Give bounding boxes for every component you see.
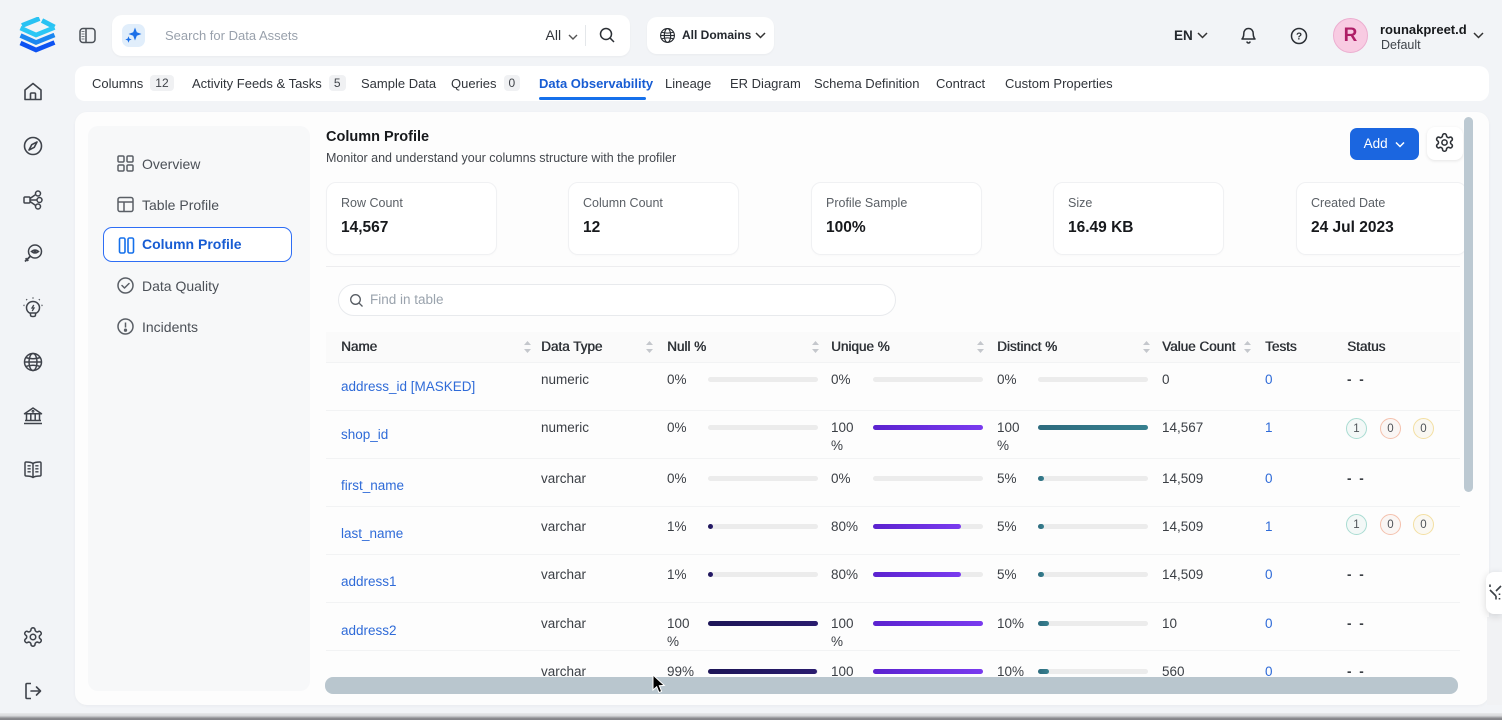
svg-text:?: ? xyxy=(1296,32,1302,43)
